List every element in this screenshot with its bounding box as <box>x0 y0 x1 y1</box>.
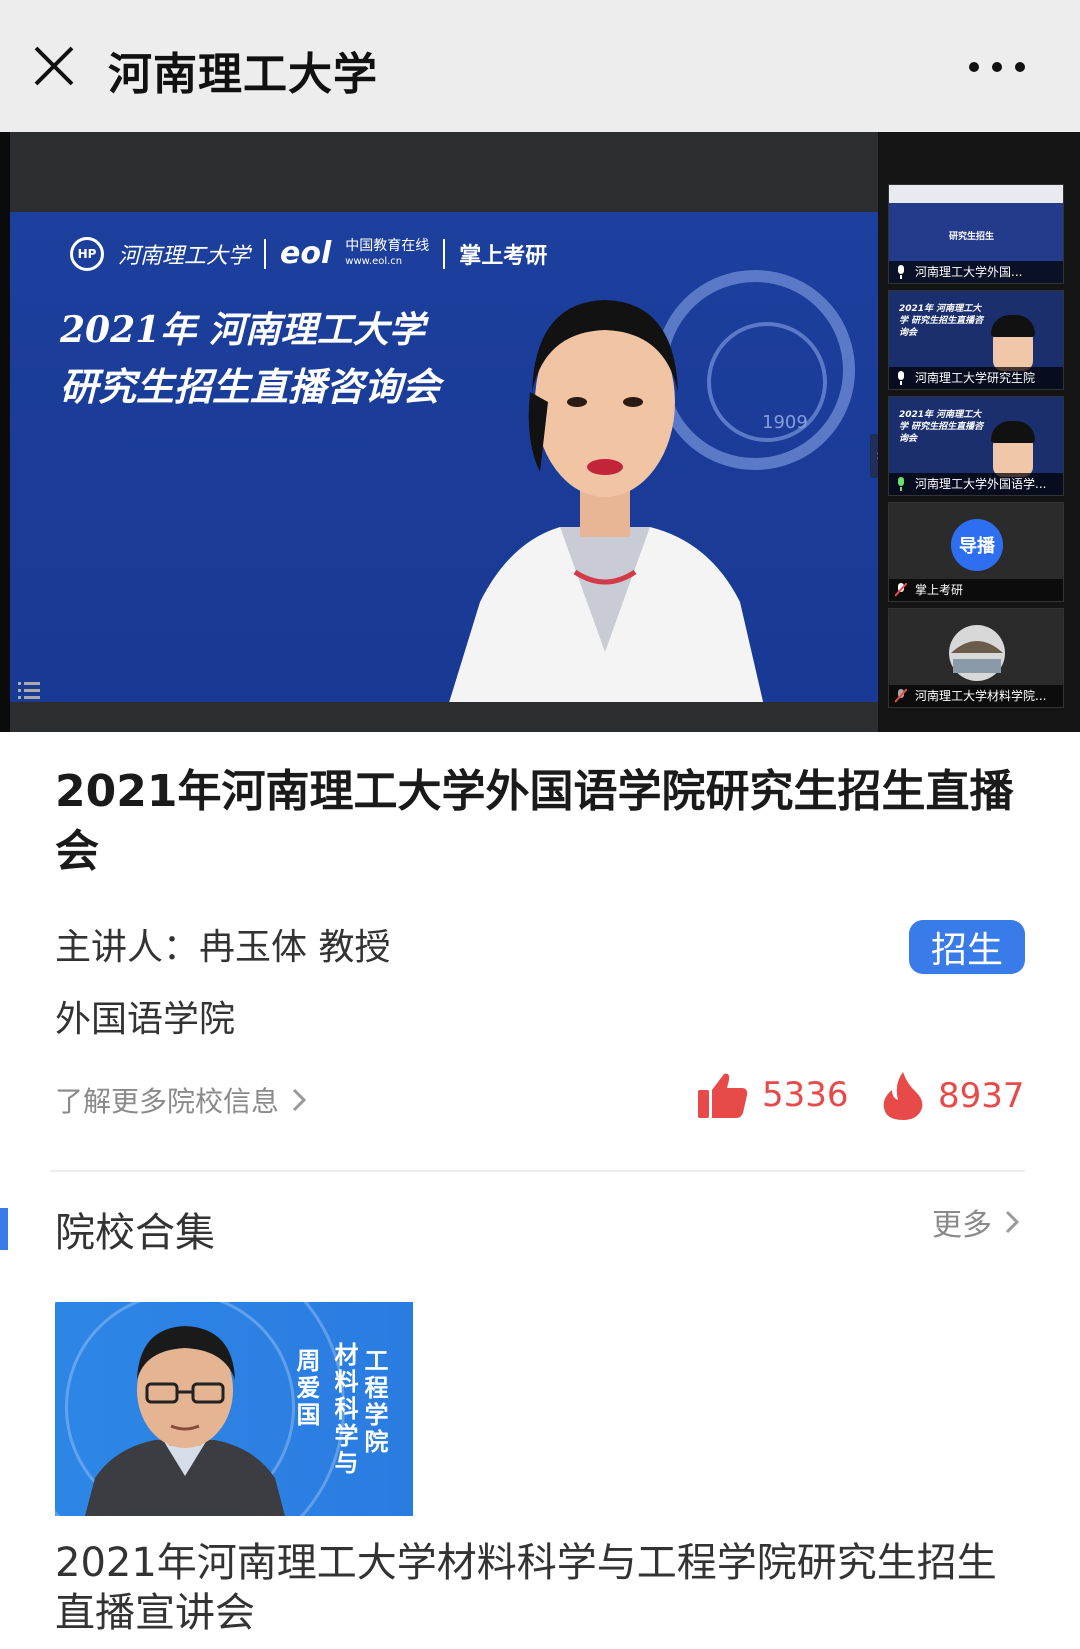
slide-title-line1: 2021年 河南理工大学 <box>60 309 425 351</box>
section-title: 院校合集 <box>55 1210 215 1256</box>
presenter-figure <box>440 300 770 732</box>
thumb-label: 河南理工大学外国语学... <box>889 473 1063 495</box>
section-divider <box>50 1170 1025 1172</box>
logo-divider <box>264 238 267 269</box>
speaker-portrait <box>85 1326 285 1516</box>
thumb-label: 掌上考研 <box>889 579 1063 601</box>
page-title: 河南理工大学 <box>108 49 378 100</box>
director-badge: 导播 <box>951 519 1003 571</box>
live-title: 2021年河南理工大学外国语学院研究生招生直播会 <box>55 766 1014 877</box>
live-video-player[interactable]: HP 河南理工大学 eol 中国教育在线 www.eol.cn 掌上考研 202… <box>0 132 1080 732</box>
participant-thumbnail[interactable]: 河南理工大学材料学院... <box>888 608 1064 708</box>
thumb-text: 2021年 河南理工大学 研究生招生直播咨询会 <box>899 410 984 444</box>
thumb-label: 河南理工大学材料学院... <box>889 685 1063 707</box>
thumb-face <box>991 315 1035 371</box>
chevron-right-icon <box>1005 1210 1020 1234</box>
collection-card-thumbnail[interactable]: 周爱国 材料科学与 工程学院 <box>55 1302 413 1516</box>
thumb-header <box>889 185 1063 203</box>
thumb-speaker-name: 周爱国 <box>292 1348 320 1429</box>
mic-muted-icon <box>895 583 907 597</box>
thumbs-up-icon <box>698 1073 748 1118</box>
thumb-face <box>991 421 1035 477</box>
section-accent-bar <box>0 1208 8 1250</box>
slide-logo-eol-sub: 中国教育在线 <box>345 237 430 254</box>
slide-title: 2021年 河南理工大学 研究生招生直播咨询会 <box>60 302 440 416</box>
mic-icon <box>898 371 904 385</box>
close-icon[interactable] <box>30 42 78 90</box>
slide-logo-eol-text: 中国教育在线 www.eol.cn <box>345 238 429 270</box>
slide-logo-row: HP 河南理工大学 eol 中国教育在线 www.eol.cn 掌上考研 <box>70 236 547 271</box>
more-options-icon[interactable] <box>964 52 1030 82</box>
participant-thumbnail[interactable]: 2021年 河南理工大学 研究生招生直播咨询会 河南理工大学研究生院 <box>888 290 1064 390</box>
collection-card-title[interactable]: 2021年河南理工大学材料科学与工程学院研究生招生直播宣讲会 <box>55 1538 1015 1638</box>
thumb-text: 研究生招生 <box>949 232 995 242</box>
hot-counter: 8937 <box>882 1072 1025 1120</box>
top-bar: 河南理工大学 <box>0 0 1080 132</box>
video-bottom-bar <box>10 702 878 732</box>
flame-icon <box>883 1072 923 1120</box>
college-name: 外国语学院 <box>55 999 236 1040</box>
thumb-label: 河南理工大学外国... <box>889 261 1063 283</box>
participant-sidebar: 研究生招生 河南理工大学外国... 2021年 河南理工大学 研究生招生直播咨询… <box>878 132 1080 732</box>
thumb-text: 2021年 河南理工大学 研究生招生直播咨询会 <box>899 304 984 338</box>
more-link[interactable]: 更多 <box>932 1200 1020 1244</box>
slide-logo-eol: eol <box>280 236 332 271</box>
chevron-right-icon <box>292 1088 307 1112</box>
mic-icon <box>898 477 904 491</box>
participant-thumbnail[interactable]: 研究生招生 河南理工大学外国... <box>888 184 1064 284</box>
avatar <box>949 625 1005 681</box>
list-icon[interactable] <box>18 680 40 700</box>
thumb-label: 河南理工大学研究生院 <box>889 367 1063 389</box>
slide-logo-app: 掌上考研 <box>459 243 548 269</box>
speaker-info: 主讲人：冉玉体 教授 <box>55 927 391 968</box>
category-tag[interactable]: 招生 <box>909 920 1025 974</box>
hot-count: 8937 <box>938 1076 1025 1116</box>
slide-title-line2: 研究生招生直播咨询会 <box>60 364 441 409</box>
more-label: 更多 <box>932 1208 992 1243</box>
collapse-sidebar-chevron-icon[interactable]: › <box>870 434 878 478</box>
slide-logo-eol-url: www.eol.cn <box>345 255 403 267</box>
participant-thumbnail[interactable]: 2021年 河南理工大学 研究生招生直播咨询会 河南理工大学外国语学... <box>888 396 1064 496</box>
learn-more-link[interactable]: 了解更多院校信息 <box>55 1080 307 1120</box>
main-video-frame[interactable]: HP 河南理工大学 eol 中国教育在线 www.eol.cn 掌上考研 202… <box>10 132 878 732</box>
slide-logo-school: 河南理工大学 <box>118 243 251 269</box>
mic-icon <box>898 265 904 279</box>
like-count: 5336 <box>762 1075 849 1115</box>
like-counter[interactable]: 5336 <box>698 1072 849 1118</box>
school-emblem-icon: HP <box>70 236 104 271</box>
thumb-college-col2: 工程学院 <box>360 1348 388 1456</box>
mic-muted-icon <box>895 689 907 703</box>
logo-divider <box>443 238 446 269</box>
participant-thumbnail[interactable]: 导播 掌上考研 <box>888 502 1064 602</box>
learn-more-label: 了解更多院校信息 <box>55 1085 280 1118</box>
